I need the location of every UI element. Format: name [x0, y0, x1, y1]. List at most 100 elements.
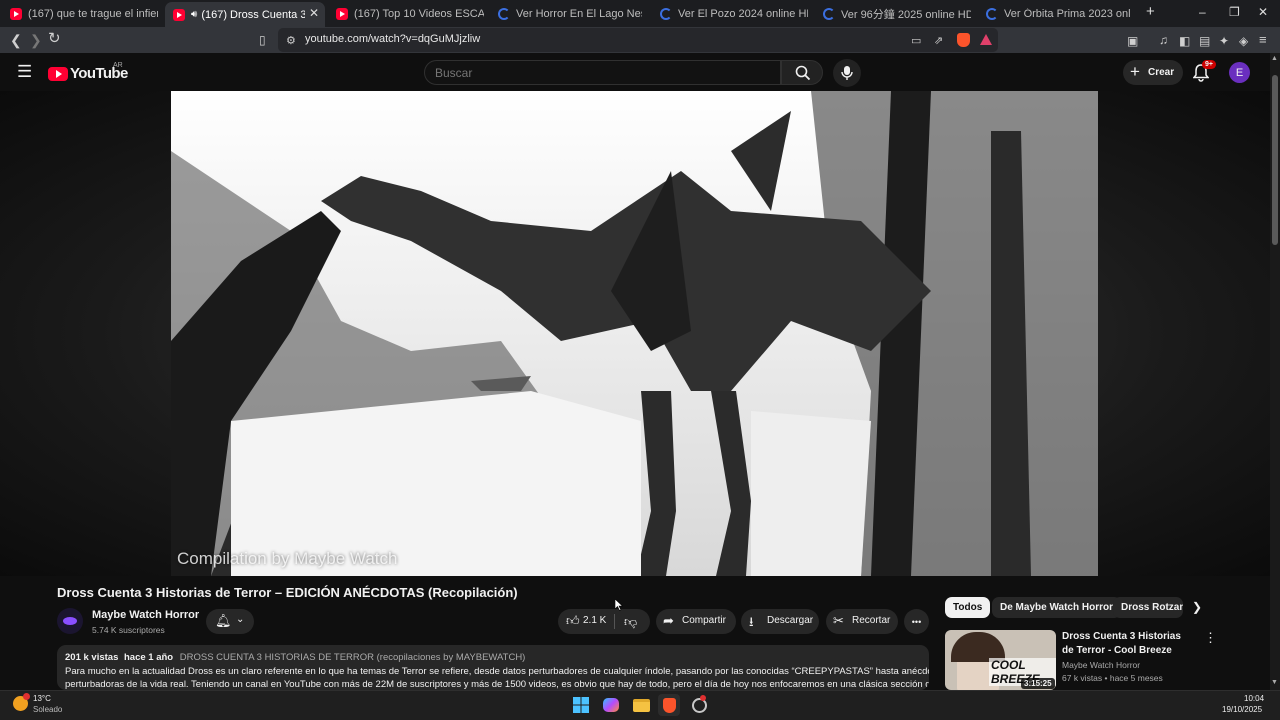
browser-toolbar — [0, 27, 1280, 53]
thumbs-up-icon[interactable]: 👍︎ — [566, 613, 580, 629]
youtube-play-icon — [48, 66, 68, 81]
plus-icon: + — [1130, 62, 1140, 81]
scroll-up-arrow-icon[interactable]: ▲ — [1271, 55, 1278, 62]
tab-label: (167) Top 10 Videos ESCALOFRIANTES — [354, 8, 484, 20]
recommended-channel[interactable]: Maybe Watch Horror — [1062, 660, 1140, 670]
tab-6[interactable]: Ver 96分鐘 2025 online HD - Cuevana — [823, 3, 971, 25]
url-text[interactable]: youtube.com/watch?v=dqGuMJjzliw — [305, 33, 480, 45]
windows-start-icon[interactable] — [570, 694, 592, 716]
share-button[interactable]: ➦ Compartir — [656, 609, 736, 634]
video-watermark: Compilation by Maybe Watch — [177, 549, 398, 568]
divider — [614, 614, 615, 629]
cuevana-icon — [986, 8, 998, 20]
like-count[interactable]: 2.1 K — [583, 615, 606, 626]
wallet-icon[interactable]: ▣ — [1127, 33, 1138, 49]
share-icon[interactable]: ⇗ — [934, 33, 943, 49]
youtube-icon — [173, 8, 185, 21]
create-button[interactable]: + Crear — [1123, 60, 1183, 85]
thumbs-down-icon[interactable]: 👎︎ — [624, 614, 637, 630]
create-label: Crear — [1148, 67, 1175, 78]
tab-4[interactable]: Ver Horror En El Lago Ness 2023 online — [498, 3, 642, 25]
tab-2-active[interactable]: 🔊︎ (167) Dross Cuenta 3 Historias de Ter… — [165, 2, 325, 27]
minimize-button[interactable]: – — [1199, 5, 1206, 19]
subscription-bell-button[interactable]: 🔔︎ ⌄ — [206, 609, 254, 634]
description-line-2: perturbadoras de la vida real. Teniendo … — [65, 679, 929, 690]
notifications-button[interactable]: 9+ — [1193, 60, 1216, 82]
chip-dross[interactable]: Dross Rotzank — [1113, 597, 1183, 618]
video-title: Dross Cuenta 3 Historias de Terror – EDI… — [57, 585, 518, 600]
hamburger-menu-icon[interactable]: ☰ — [17, 63, 32, 81]
vpn-icon[interactable]: ◈ — [1239, 33, 1248, 49]
clock-date[interactable]: 19/10/2025 — [1222, 705, 1262, 714]
weather-condition[interactable]: Soleado — [33, 705, 62, 714]
brave-browser-icon[interactable] — [658, 694, 680, 716]
settings-gear-icon[interactable] — [688, 694, 710, 716]
tab-5[interactable]: Ver El Pozo 2024 online HD - Cuevana — [660, 3, 808, 25]
video-still-image — [171, 91, 1098, 576]
restore-button[interactable]: ❐ — [1229, 5, 1240, 19]
tab-3[interactable]: (167) Top 10 Videos ESCALOFRIANTES — [336, 3, 484, 25]
media-icon[interactable]: ♫ — [1159, 32, 1168, 48]
notifications-badge: 9+ — [1202, 60, 1216, 69]
description-tags[interactable]: DROSS CUENTA 3 HISTORIAS DE TERROR (reco… — [180, 652, 526, 663]
more-actions-button[interactable]: ••• — [904, 609, 929, 634]
channel-avatar[interactable] — [57, 608, 83, 634]
avatar[interactable]: E — [1229, 62, 1250, 83]
menu-icon[interactable]: ≡ — [1259, 32, 1267, 48]
file-explorer-icon[interactable] — [630, 694, 652, 716]
cuevana-icon — [498, 8, 510, 20]
voice-search-button[interactable] — [833, 59, 861, 87]
clip-button[interactable]: ✂ Recortar — [826, 609, 898, 634]
sidebar-icon[interactable]: ◧ — [1179, 33, 1190, 49]
recommended-title[interactable]: Dross Cuenta 3 Historias de Terror - Coo… — [1062, 630, 1194, 658]
speaker-icon[interactable]: 🔊︎ — [191, 9, 197, 20]
recommended-thumbnail[interactable]: COOL BREEZE 3:15:25 — [945, 630, 1056, 690]
microphone-icon — [841, 66, 853, 80]
back-icon[interactable]: ❮ — [10, 32, 22, 48]
site-settings-icon[interactable]: ⚙ — [286, 33, 296, 49]
video-frame[interactable]: Compilation by Maybe Watch — [171, 91, 1098, 576]
cuevana-icon — [660, 8, 672, 20]
close-window-button[interactable]: ✕ — [1258, 5, 1268, 19]
scrollbar-thumb[interactable] — [1272, 75, 1278, 245]
tab-1[interactable]: (167) que te trague el infierno blackout — [10, 3, 158, 25]
like-dislike-group: 👍︎ 2.1 K 👎︎ — [558, 609, 650, 634]
channel-name[interactable]: Maybe Watch Horror — [92, 609, 199, 621]
subscriber-count: 5.74 K suscriptores — [92, 625, 165, 635]
recommended-meta: 67 k vistas • hace 5 meses — [1062, 673, 1163, 683]
chip-all[interactable]: Todos — [945, 597, 991, 618]
share-label: Compartir — [682, 615, 726, 626]
chip-from-channel[interactable]: De Maybe Watch Horror — [992, 597, 1121, 618]
download-button[interactable]: ⭳ Descargar — [741, 609, 819, 634]
share-arrow-icon: ➦ — [663, 613, 674, 628]
leo-ai-icon[interactable]: ✦ — [1219, 33, 1229, 49]
wallet-extension-icon[interactable]: ▤ — [1199, 33, 1210, 49]
search-button[interactable] — [781, 60, 823, 85]
view-count: 201 k vistas — [65, 652, 119, 663]
chevron-right-icon[interactable]: ❯ — [1192, 600, 1202, 614]
youtube-icon — [336, 8, 348, 20]
description-box[interactable]: 201 k vistas hace 1 año DROSS CUENTA 3 H… — [57, 645, 929, 690]
tab-label: (167) Dross Cuenta 3 Historias de Terror — [201, 8, 306, 21]
bookmark-icon[interactable]: ▯ — [259, 32, 266, 48]
youtube-icon — [10, 8, 22, 20]
upload-age: hace 1 año — [124, 652, 174, 663]
copilot-icon[interactable] — [600, 694, 622, 716]
brave-rewards-icon[interactable] — [980, 34, 992, 45]
kebab-menu-icon[interactable]: ⋮ — [1204, 630, 1217, 646]
weather-temp[interactable]: 13°C — [33, 694, 51, 703]
reload-icon[interactable]: ↻ — [48, 31, 61, 47]
scissors-icon: ✂ — [833, 613, 844, 628]
tab-label: Ver Órbita Prima 2023 online HD - Cuevan… — [1004, 8, 1130, 20]
new-tab-button[interactable]: + — [1146, 3, 1155, 20]
channel-logo-icon — [63, 617, 77, 625]
chevron-down-icon: ⌄ — [236, 614, 245, 625]
tab-7[interactable]: Ver Órbita Prima 2023 online HD - Cuevan… — [986, 3, 1130, 25]
scroll-down-arrow-icon[interactable]: ▼ — [1271, 679, 1278, 686]
forward-icon[interactable]: ❯ — [30, 32, 42, 48]
brave-shields-icon[interactable] — [957, 33, 970, 47]
cast-icon[interactable]: ▭ — [911, 33, 921, 49]
clock-time[interactable]: 10:04 — [1244, 694, 1264, 703]
search-input[interactable] — [424, 60, 781, 85]
close-tab-icon[interactable]: ✕ — [309, 6, 319, 20]
